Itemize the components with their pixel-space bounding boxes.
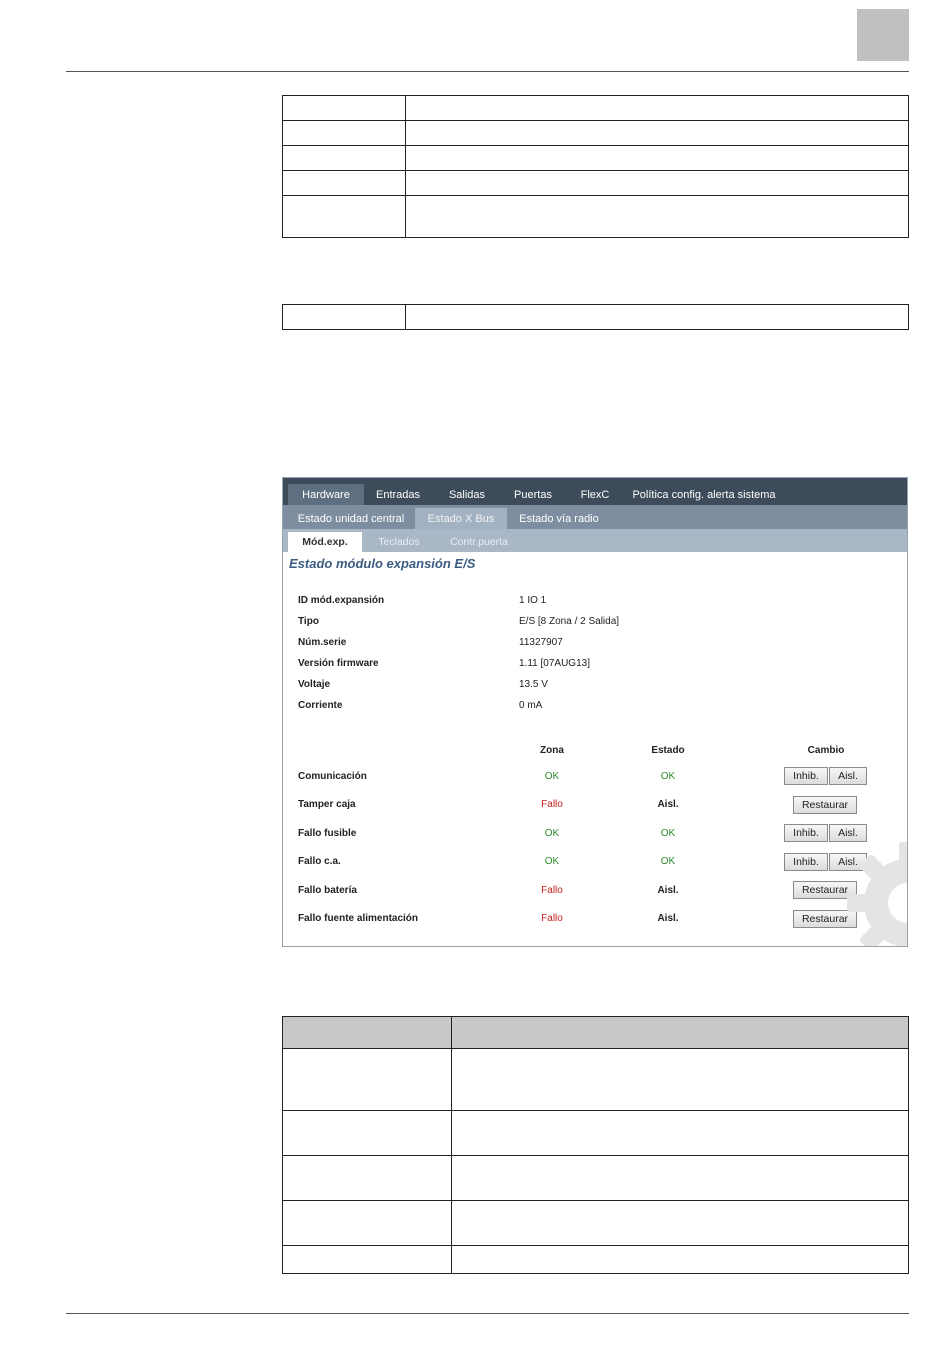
table-cell [282, 1110, 452, 1156]
zona-status: Fallo [541, 913, 563, 924]
table-cell [282, 1200, 452, 1246]
header-zona: Zona [540, 745, 564, 756]
status-row-label: Fallo batería [298, 885, 357, 896]
info-value: 11327907 [519, 637, 563, 648]
table-cell [451, 1155, 909, 1201]
info-label: Corriente [298, 700, 343, 711]
status-screenshot: Hardware Entradas Salidas Puertas FlexC … [282, 477, 908, 947]
estado-status: Aisl. [657, 913, 679, 924]
restaurar-button[interactable]: Restaurar [793, 796, 857, 814]
estado-status: OK [660, 828, 676, 839]
table-cell [405, 95, 909, 121]
third-nav: Mód.exp. Teclados Contr.puerta [283, 529, 907, 552]
table-cell [405, 120, 909, 146]
tab-contr-puerta[interactable]: Contr.puerta [443, 532, 515, 552]
zona-status: OK [544, 771, 560, 782]
aisl-button[interactable]: Aisl. [829, 767, 867, 785]
inhib-button[interactable]: Inhib. [784, 853, 828, 871]
zona-status: Fallo [541, 799, 563, 810]
tab-hardware[interactable]: Hardware [288, 484, 364, 505]
page-corner-tab [857, 9, 909, 61]
tab-estado-unidad-central[interactable]: Estado unidad central [293, 508, 409, 529]
tab-puertas[interactable]: Puertas [505, 484, 561, 505]
table-cell [282, 304, 406, 330]
table-cell [405, 145, 909, 171]
zona-status: OK [544, 828, 560, 839]
table-cell [282, 120, 406, 146]
table-cell [405, 195, 909, 238]
inhib-button[interactable]: Inhib. [784, 824, 828, 842]
table-cell [405, 170, 909, 196]
info-value: 1 IO 1 [519, 595, 547, 606]
header-cambio: Cambio [807, 745, 845, 756]
info-label: ID mód.expansión [298, 595, 385, 606]
gear-icon [847, 842, 907, 946]
header-rule [66, 71, 909, 72]
table-cell [282, 1245, 452, 1274]
info-label: Voltaje [298, 679, 331, 690]
info-value: E/S [8 Zona / 2 Salida] [519, 616, 620, 627]
status-row-label: Fallo fusible [298, 828, 357, 839]
info-label: Núm.serie [298, 637, 347, 648]
info-value: 1.11 [07AUG13] [519, 658, 590, 669]
empty-table-3 [282, 1016, 909, 1274]
tab-entradas[interactable]: Entradas [369, 484, 427, 505]
estado-status: OK [660, 771, 676, 782]
info-label: Tipo [298, 616, 319, 627]
zona-status: Fallo [541, 885, 563, 896]
info-value: 13.5 V [519, 679, 548, 690]
sub-nav: Estado unidad central Estado X Bus Estad… [283, 505, 907, 529]
empty-table-2 [282, 304, 909, 330]
status-row-label: Comunicación [298, 771, 367, 782]
table-cell [282, 170, 406, 196]
tab-teclados[interactable]: Teclados [371, 532, 427, 552]
table-header-cell [451, 1016, 909, 1049]
status-row-label: Fallo c.a. [298, 856, 341, 867]
table-cell [451, 1200, 909, 1246]
footer-rule [66, 1313, 909, 1314]
estado-status: OK [660, 856, 676, 867]
estado-status: Aisl. [657, 799, 679, 810]
panel-title: Estado módulo expansión E/S [289, 556, 476, 571]
tab-politica-alerta[interactable]: Política config. alerta sistema [632, 484, 775, 505]
info-value: 0 mA [519, 700, 543, 711]
main-nav: Hardware Entradas Salidas Puertas FlexC … [283, 478, 907, 505]
estado-status: Aisl. [657, 885, 679, 896]
inhib-button[interactable]: Inhib. [784, 767, 828, 785]
table-header-cell [282, 1016, 452, 1049]
table-cell [451, 1245, 909, 1274]
header-estado: Estado [651, 745, 685, 756]
table-cell [405, 304, 909, 330]
tab-mod-exp[interactable]: Mód.exp. [288, 532, 362, 552]
table-cell [282, 195, 406, 238]
table-cell [282, 95, 406, 121]
tab-flexc[interactable]: FlexC [573, 484, 617, 505]
status-row-label: Tamper caja [298, 799, 356, 810]
table-cell [282, 1155, 452, 1201]
table-cell [282, 145, 406, 171]
info-label: Versión firmware [298, 658, 379, 669]
table-cell [451, 1048, 909, 1111]
tab-estado-x-bus[interactable]: Estado X Bus [415, 508, 507, 529]
table-cell [282, 1048, 452, 1111]
tab-estado-via-radio[interactable]: Estado vía radio [517, 508, 601, 529]
zona-status: OK [544, 856, 560, 867]
empty-table-1 [282, 95, 909, 238]
status-row-label: Fallo fuente alimentación [298, 913, 419, 924]
tab-salidas[interactable]: Salidas [439, 484, 495, 505]
table-cell [451, 1110, 909, 1156]
